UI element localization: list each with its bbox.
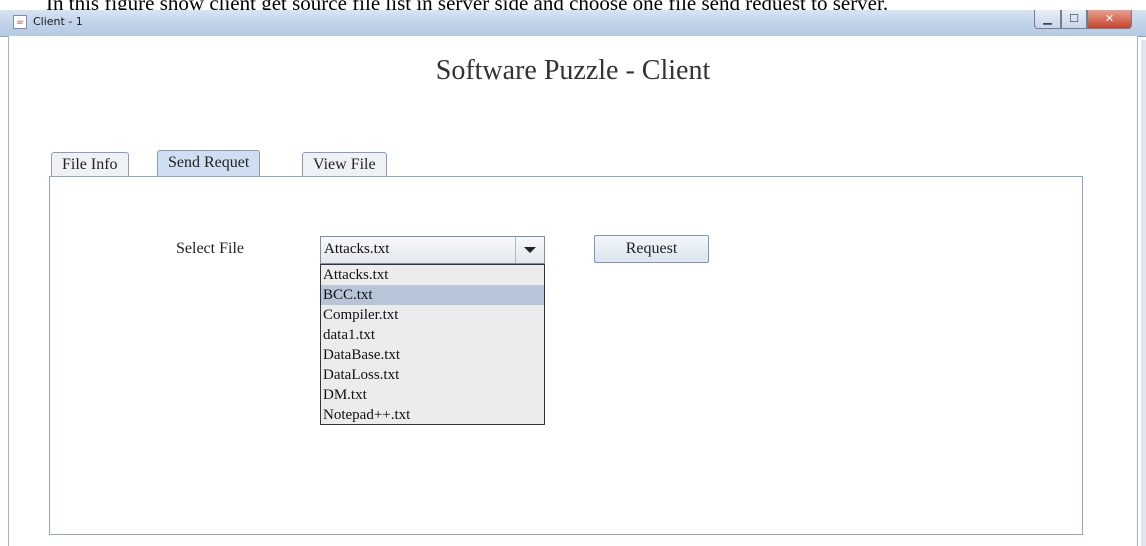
tab-view-file[interactable]: View File xyxy=(302,152,387,177)
tab-file-info[interactable]: File Info xyxy=(51,152,129,177)
maximize-button[interactable]: ☐ xyxy=(1061,10,1087,29)
dropdown-option[interactable]: Compiler.txt xyxy=(321,305,544,325)
file-select[interactable]: Attacks.txt xyxy=(320,236,545,264)
chevron-down-icon xyxy=(524,247,536,253)
dropdown-option[interactable]: DataBase.txt xyxy=(321,345,544,365)
dropdown-option[interactable]: DM.txt xyxy=(321,385,544,405)
request-button[interactable]: Request xyxy=(594,235,709,263)
dropdown-option[interactable]: data1.txt xyxy=(321,325,544,345)
dropdown-toggle[interactable] xyxy=(515,237,544,263)
window-title: Client - 1 xyxy=(33,15,83,28)
file-dropdown-list: Attacks.txt BCC.txt Compiler.txt data1.t… xyxy=(320,264,545,425)
close-button[interactable]: ✕ xyxy=(1087,10,1132,29)
send-request-panel xyxy=(49,176,1083,535)
select-file-label: Select File xyxy=(176,240,244,257)
minimize-button[interactable]: ▁ xyxy=(1034,10,1061,29)
java-cup-icon: ☕ xyxy=(13,15,27,29)
tab-send-request[interactable]: Send Requet xyxy=(157,150,261,178)
file-select-value: Attacks.txt xyxy=(324,241,390,257)
dropdown-option[interactable]: Notepad++.txt xyxy=(321,405,544,425)
window-edge xyxy=(1141,40,1146,546)
app-heading: Software Puzzle - Client xyxy=(435,55,711,86)
dropdown-option[interactable]: Attacks.txt xyxy=(321,265,544,285)
title-bar[interactable]: ☕ Client - 1 ▁ ☐ ✕ xyxy=(0,10,1146,37)
dropdown-option[interactable]: DataLoss.txt xyxy=(321,365,544,385)
dropdown-option-highlighted[interactable]: BCC.txt xyxy=(321,285,544,305)
client-window: ☕ Client - 1 ▁ ☐ ✕ Software Puzzle - Cli… xyxy=(0,0,1146,546)
